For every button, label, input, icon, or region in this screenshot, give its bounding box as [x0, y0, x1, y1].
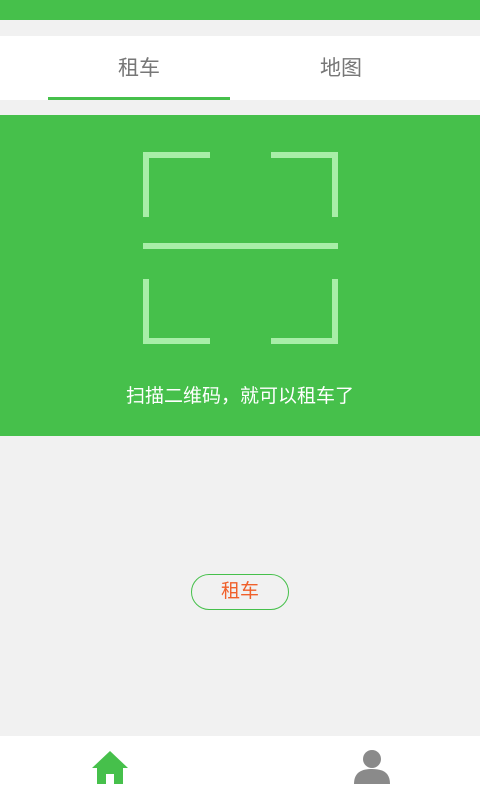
active-tab-indicator	[48, 97, 230, 100]
bottom-nav	[0, 736, 480, 800]
scan-corner-bottom-left-horizontal	[143, 338, 210, 344]
scan-corner-top-right-vertical	[332, 152, 338, 217]
scan-corner-bottom-left-vertical	[143, 279, 149, 344]
scan-corner-bottom-right-horizontal	[271, 338, 338, 344]
rent-button[interactable]: 租车	[191, 574, 289, 610]
nav-profile[interactable]	[332, 736, 412, 800]
scan-line	[143, 243, 338, 249]
scan-panel: 扫描二维码，就可以租车了	[0, 115, 480, 436]
scan-corner-bottom-right-vertical	[332, 279, 338, 344]
nav-home[interactable]	[70, 736, 150, 800]
tab-rent[interactable]: 租车	[48, 36, 230, 100]
scan-caption: 扫描二维码，就可以租车了	[125, 385, 354, 407]
scan-corner-top-left-horizontal	[143, 152, 210, 158]
home-icon	[92, 751, 128, 784]
tab-map[interactable]: 地图	[250, 36, 432, 100]
scan-corner-top-left-vertical	[143, 152, 149, 217]
scan-corner-top-right-horizontal	[271, 152, 338, 158]
top-bar	[0, 0, 480, 20]
tab-bar: 租车 地图	[0, 36, 480, 100]
user-icon	[354, 750, 390, 784]
